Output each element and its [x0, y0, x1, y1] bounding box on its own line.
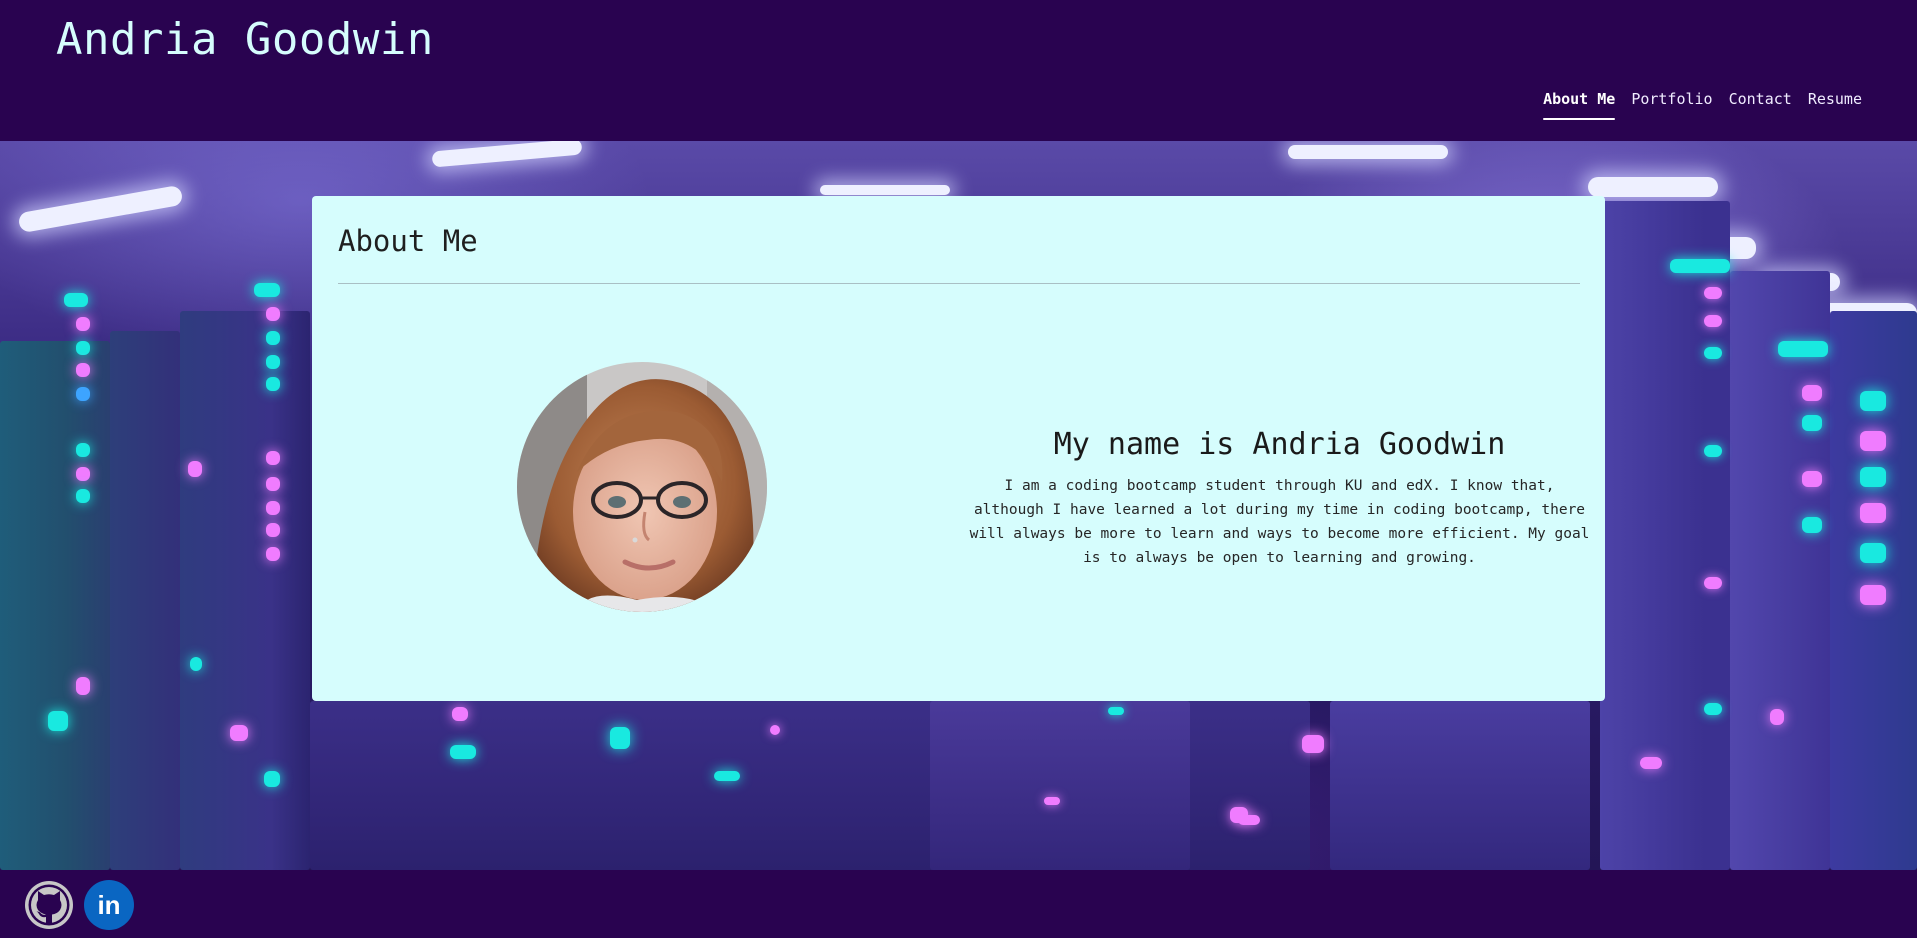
server-led	[76, 317, 90, 331]
server-led	[714, 771, 740, 781]
server-led	[1044, 797, 1060, 805]
server-led	[452, 707, 468, 721]
server-rack	[180, 311, 310, 870]
site-footer: in	[0, 870, 1917, 938]
server-led	[76, 677, 90, 695]
server-led	[1860, 543, 1886, 563]
server-led	[76, 363, 90, 377]
server-led	[254, 283, 280, 297]
server-led	[266, 307, 280, 321]
server-led	[1704, 703, 1722, 715]
server-led	[190, 657, 202, 671]
server-led	[1302, 735, 1324, 753]
ceiling-light	[17, 184, 184, 234]
server-led	[1860, 391, 1886, 411]
server-led	[1802, 415, 1822, 431]
server-led	[266, 477, 280, 491]
server-led	[1108, 707, 1124, 715]
server-led	[1860, 503, 1886, 523]
server-led	[230, 725, 248, 741]
server-led	[76, 489, 90, 503]
server-led	[188, 461, 202, 477]
server-led	[1704, 347, 1722, 359]
nav-portfolio[interactable]: Portfolio	[1631, 90, 1712, 108]
section-title: About Me	[338, 224, 478, 258]
profile-photo	[517, 362, 767, 612]
server-led	[1770, 709, 1784, 725]
server-led	[1860, 585, 1886, 605]
main-nav: About Me Portfolio Contact Resume	[1543, 90, 1862, 120]
server-led	[610, 727, 630, 749]
server-rack	[0, 341, 110, 870]
linkedin-icon: in	[84, 880, 134, 930]
server-led	[1704, 445, 1722, 457]
nav-about-me[interactable]: About Me	[1543, 90, 1616, 120]
github-icon	[25, 881, 73, 929]
site-title: Andria Goodwin	[56, 14, 434, 65]
server-led	[1704, 315, 1722, 327]
server-led	[1704, 577, 1722, 589]
server-led	[76, 467, 90, 481]
server-led	[76, 387, 90, 401]
server-led	[48, 711, 68, 731]
server-rack	[930, 701, 1190, 870]
bio-heading: My name is Andria Goodwin	[1053, 427, 1506, 462]
server-led	[1778, 341, 1828, 357]
ceiling-light	[820, 185, 950, 195]
nav-resume[interactable]: Resume	[1808, 90, 1862, 108]
bio-paragraph: I am a coding bootcamp student through K…	[969, 478, 1590, 566]
server-led	[1230, 807, 1248, 823]
ceiling-light	[1588, 177, 1718, 197]
server-rack	[1730, 271, 1830, 870]
ceiling-light	[431, 141, 583, 168]
server-led	[1802, 385, 1822, 401]
bio-block: My name is Andria Goodwin I am a coding …	[967, 427, 1592, 570]
linkedin-icon-text: in	[97, 890, 120, 920]
site-header: Andria Goodwin About Me Portfolio Contac…	[0, 0, 1917, 141]
linkedin-link[interactable]: in	[84, 880, 134, 930]
server-led	[770, 725, 780, 735]
server-led	[266, 331, 280, 345]
server-led	[76, 341, 90, 355]
server-led	[266, 523, 280, 537]
server-rack	[1330, 701, 1590, 870]
server-led	[1704, 287, 1722, 299]
server-led	[450, 745, 476, 759]
server-led	[266, 355, 280, 369]
about-card: About Me My name is Andria Goodwin I am …	[312, 196, 1605, 701]
ceiling-light	[1288, 145, 1448, 159]
server-led	[266, 501, 280, 515]
server-led	[264, 771, 280, 787]
server-rack	[110, 331, 180, 870]
profile-photo-illustration	[517, 362, 767, 612]
server-led	[1670, 259, 1730, 273]
server-led	[1860, 431, 1886, 451]
nav-contact[interactable]: Contact	[1729, 90, 1792, 108]
server-led	[266, 377, 280, 391]
section-divider	[338, 283, 1580, 284]
server-led	[64, 293, 88, 307]
server-led	[1640, 757, 1662, 769]
server-led	[266, 547, 280, 561]
server-led	[1802, 517, 1822, 533]
server-led	[266, 451, 280, 465]
server-led	[76, 443, 90, 457]
server-led	[1860, 467, 1886, 487]
github-link[interactable]	[24, 880, 74, 930]
server-rack	[1600, 201, 1730, 870]
server-led	[1802, 471, 1822, 487]
